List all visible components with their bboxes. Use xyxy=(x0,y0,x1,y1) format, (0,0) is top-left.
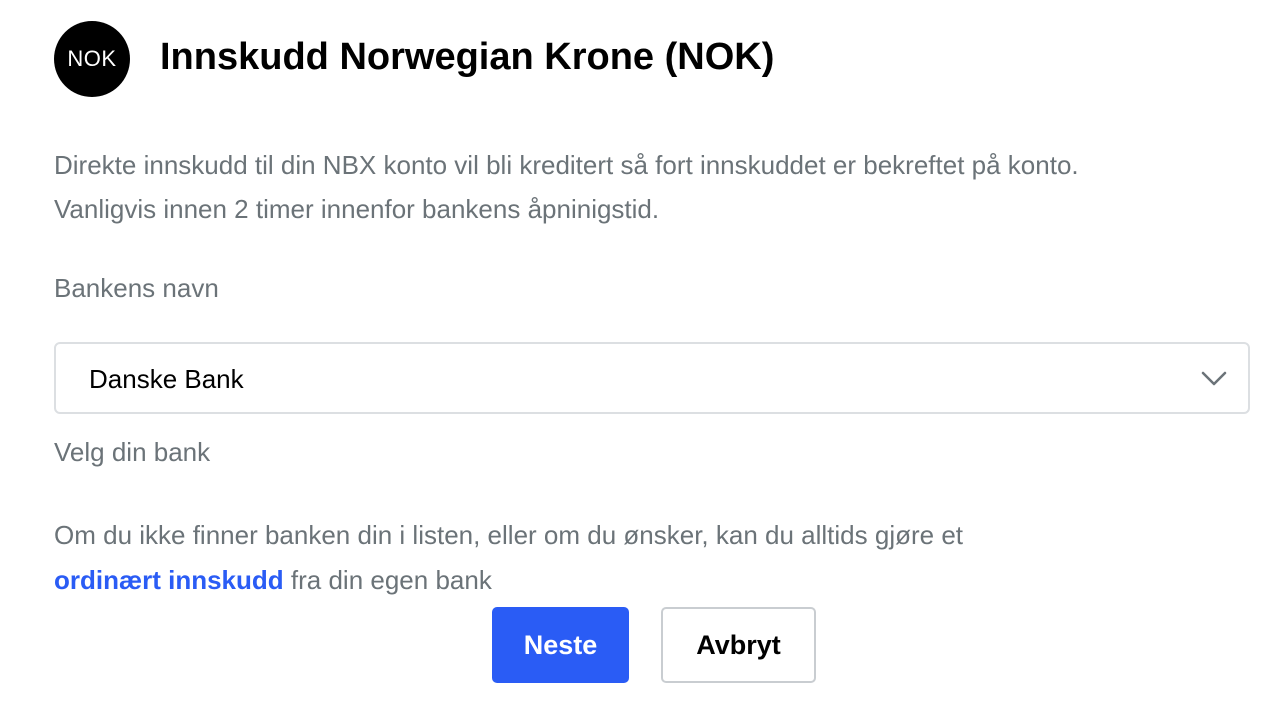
note-text-after: fra din egen bank xyxy=(283,565,492,595)
bank-select[interactable]: Danske Bank xyxy=(54,342,1250,414)
bank-select-hint: Velg din bank xyxy=(54,437,211,467)
note-text: Om du ikke finner banken din i listen, e… xyxy=(54,520,963,550)
page-title: Innskudd Norwegian Krone (NOK) xyxy=(160,36,775,78)
cancel-button[interactable]: Avbryt xyxy=(661,607,816,683)
ordinary-deposit-link[interactable]: ordinært innskudd xyxy=(54,565,284,595)
alternative-deposit-note: Om du ikke finner banken din i listen, e… xyxy=(54,513,1234,603)
next-button[interactable]: Neste xyxy=(492,607,629,683)
bank-name-label: Bankens navn xyxy=(54,273,219,303)
currency-badge-label: NOK xyxy=(67,46,117,71)
chevron-down-icon xyxy=(1201,371,1227,386)
bank-select-value: Danske Bank xyxy=(89,364,244,394)
description-line-1: Direkte innskudd til din NBX konto vil b… xyxy=(54,150,1079,180)
description-line-2: Vanligvis innen 2 timer innenfor bankens… xyxy=(54,194,660,224)
deposit-description: Direkte innskudd til din NBX konto vil b… xyxy=(54,143,1234,231)
currency-badge: NOK xyxy=(54,21,130,97)
